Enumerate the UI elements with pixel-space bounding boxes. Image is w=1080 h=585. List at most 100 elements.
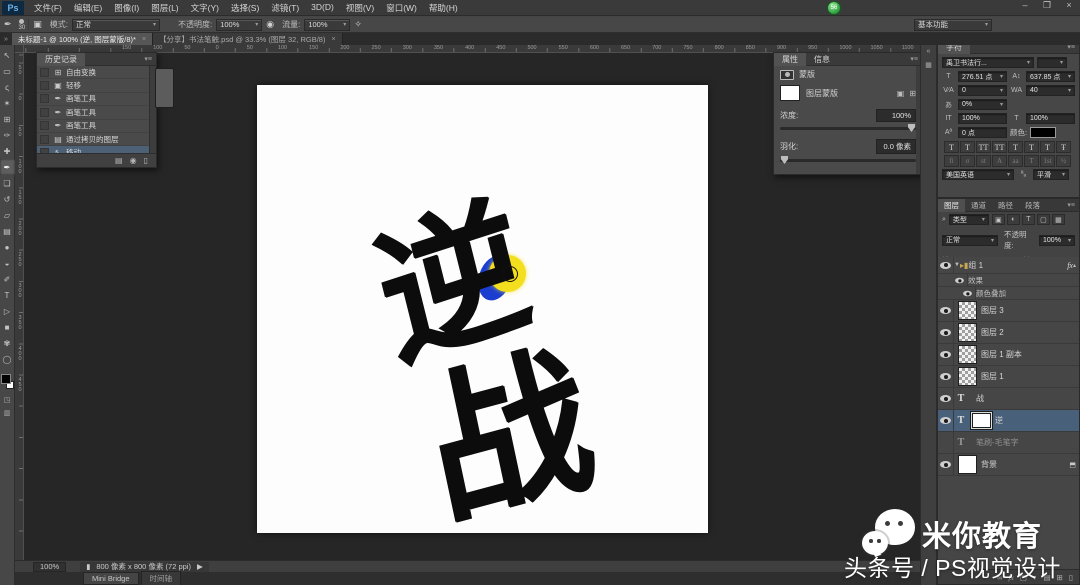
add-pixel-mask-icon[interactable]: ▣ — [897, 89, 905, 98]
feather-slider-knob[interactable] — [781, 156, 788, 164]
layer-row-text[interactable]: T 战 — [938, 388, 1079, 410]
gradient-tool-button[interactable]: ▤ — [0, 223, 15, 239]
history-source-checkbox[interactable] — [40, 108, 49, 117]
eraser-tool-button[interactable]: ▱ — [0, 207, 15, 223]
feather-value[interactable]: 0.0 像素 — [876, 139, 916, 154]
tab-channels[interactable]: 通道 — [965, 199, 992, 212]
tab-paths[interactable]: 路径 — [992, 199, 1019, 212]
opentype-button-2[interactable]: st — [976, 155, 991, 167]
text-style-button-0[interactable]: T — [944, 141, 959, 153]
history-item[interactable]: ✒画笔工具 — [37, 93, 149, 106]
color-swatches[interactable] — [0, 373, 15, 393]
proportional-spacing-field[interactable]: 0%▾ — [958, 99, 1007, 110]
density-slider[interactable] — [780, 127, 916, 130]
tab-history[interactable]: 历史记录 — [37, 53, 85, 66]
tab-info[interactable]: 信息 — [806, 53, 838, 66]
blend-mode-select[interactable]: 正常▾ — [72, 19, 160, 31]
layer-row[interactable]: 图层 1 — [938, 366, 1079, 388]
layer-row-group[interactable]: ▼ ▸▮ 组 1 fx ▴ — [938, 257, 1079, 274]
history-item[interactable]: ⊞自由变换 — [37, 66, 149, 79]
text-color-swatch[interactable] — [1030, 127, 1056, 138]
layer-row-selected[interactable]: T 逆 — [938, 410, 1079, 432]
tab-paragraph[interactable]: 段落 — [1019, 199, 1046, 212]
pressure-opacity-icon[interactable]: ◉ — [262, 19, 278, 30]
kerning-field[interactable]: 0▾ — [958, 85, 1007, 96]
airbrush-icon[interactable]: ✧ — [350, 19, 366, 30]
menu-item-0[interactable]: 文件(F) — [28, 0, 68, 16]
text-style-button-6[interactable]: T — [1040, 141, 1055, 153]
add-vector-mask-icon[interactable]: ⊞ — [909, 89, 916, 98]
history-source-checkbox[interactable] — [40, 94, 49, 103]
history-source-checkbox[interactable] — [40, 68, 49, 77]
menu-item-8[interactable]: 视图(V) — [340, 0, 380, 16]
menu-item-2[interactable]: 图像(I) — [108, 0, 145, 16]
feather-slider[interactable] — [780, 159, 916, 162]
menu-item-7[interactable]: 3D(D) — [305, 0, 340, 16]
panel-menu-icon[interactable]: ▾≡ — [910, 55, 920, 63]
layer-row-background[interactable]: 背景 ⬒ — [938, 454, 1079, 476]
layer-thumbnail[interactable] — [958, 323, 977, 342]
clone-stamp-tool-button[interactable]: ❏ — [0, 175, 15, 191]
timeline-button[interactable]: 时间轴 — [141, 571, 182, 585]
crop-tool-button[interactable]: ⊞ — [0, 111, 15, 127]
history-source-checkbox[interactable] — [40, 121, 49, 130]
visibility-eye-icon[interactable] — [938, 322, 954, 343]
opentype-button-5[interactable]: T — [1024, 155, 1039, 167]
history-scrollbar[interactable] — [149, 66, 156, 153]
hand-tool-button[interactable]: ✾ — [0, 335, 15, 351]
layer-row[interactable]: 图层 3 — [938, 300, 1079, 322]
marquee-tool-button[interactable]: ▭ — [0, 63, 15, 79]
visibility-eye-icon[interactable] — [938, 366, 954, 387]
density-slider-knob[interactable] — [908, 124, 915, 132]
close-tab-icon[interactable]: × — [142, 36, 146, 43]
layer-thumbnail[interactable] — [958, 345, 977, 364]
opacity-select[interactable]: 100%▾ — [216, 19, 262, 31]
dodge-tool-button[interactable]: ◒ — [0, 255, 15, 271]
zoom-level-field[interactable]: 100% — [33, 562, 66, 572]
font-style-select[interactable]: ▾ — [1037, 57, 1067, 68]
healing-brush-tool-button[interactable]: ✚ — [0, 143, 15, 159]
density-value[interactable]: 100% — [876, 109, 916, 122]
new-document-from-state-icon[interactable]: ▤ — [115, 156, 123, 165]
lasso-tool-button[interactable]: ς — [0, 79, 15, 95]
text-style-button-2[interactable]: TT — [976, 141, 991, 153]
layer-thumbnail[interactable] — [958, 301, 977, 320]
layer-filter-select[interactable]: 类型▾ — [949, 214, 989, 225]
menu-item-6[interactable]: 滤镜(T) — [265, 0, 305, 16]
history-source-checkbox[interactable] — [40, 81, 49, 90]
layer-row-effects[interactable]: 效果 — [938, 274, 1079, 287]
type-tool-button[interactable]: T — [0, 287, 15, 303]
history-source-checkbox[interactable] — [40, 135, 49, 144]
path-select-tool-button[interactable]: ▷ — [0, 303, 15, 319]
visibility-eye-icon[interactable] — [938, 344, 954, 365]
layer-row-color-overlay[interactable]: 颜色叠加 — [938, 287, 1079, 300]
visibility-eye-icon[interactable] — [938, 257, 954, 273]
history-brush-tool-button[interactable]: ↺ — [0, 191, 15, 207]
history-item[interactable]: ✒画笔工具 — [37, 106, 149, 119]
quick-mask-button[interactable]: ◳ — [0, 393, 15, 406]
menu-item-3[interactable]: 图层(L) — [145, 0, 184, 16]
restore-button[interactable]: ❐ — [1040, 0, 1054, 11]
mini-bridge-button[interactable]: Mini Bridge — [83, 572, 139, 585]
visibility-eye-icon[interactable] — [938, 388, 954, 409]
workspace-switcher[interactable]: 基本功能▾ — [914, 19, 992, 31]
font-family-select[interactable]: 禹卫书法行...▾ — [942, 57, 1034, 68]
close-tab-icon[interactable]: × — [331, 36, 335, 43]
magic-wand-tool-button[interactable]: ✶ — [0, 95, 15, 111]
toggle-brush-panel-icon[interactable]: ▣ — [29, 19, 46, 30]
flow-select[interactable]: 100%▾ — [304, 19, 350, 31]
opentype-button-0[interactable]: fi — [944, 155, 959, 167]
filter-pixel-icon[interactable]: ▣ — [992, 214, 1005, 225]
delete-state-icon[interactable]: ▯ — [144, 156, 148, 165]
visibility-eye-icon[interactable] — [960, 287, 976, 299]
new-snapshot-icon[interactable]: ◉ — [130, 156, 137, 165]
opentype-button-4[interactable]: aa — [1008, 155, 1023, 167]
zoom-tool-button[interactable]: ◯ — [0, 351, 15, 367]
text-style-button-5[interactable]: T — [1024, 141, 1039, 153]
collapse-effects-icon[interactable]: ▴ — [1073, 262, 1076, 269]
visibility-eye-icon[interactable] — [952, 274, 968, 286]
opentype-button-3[interactable]: A — [992, 155, 1007, 167]
text-style-button-7[interactable]: Ŧ — [1056, 141, 1071, 153]
layer-thumbnail[interactable] — [958, 367, 977, 386]
filter-smart-object-icon[interactable]: ▦ — [1052, 214, 1065, 225]
